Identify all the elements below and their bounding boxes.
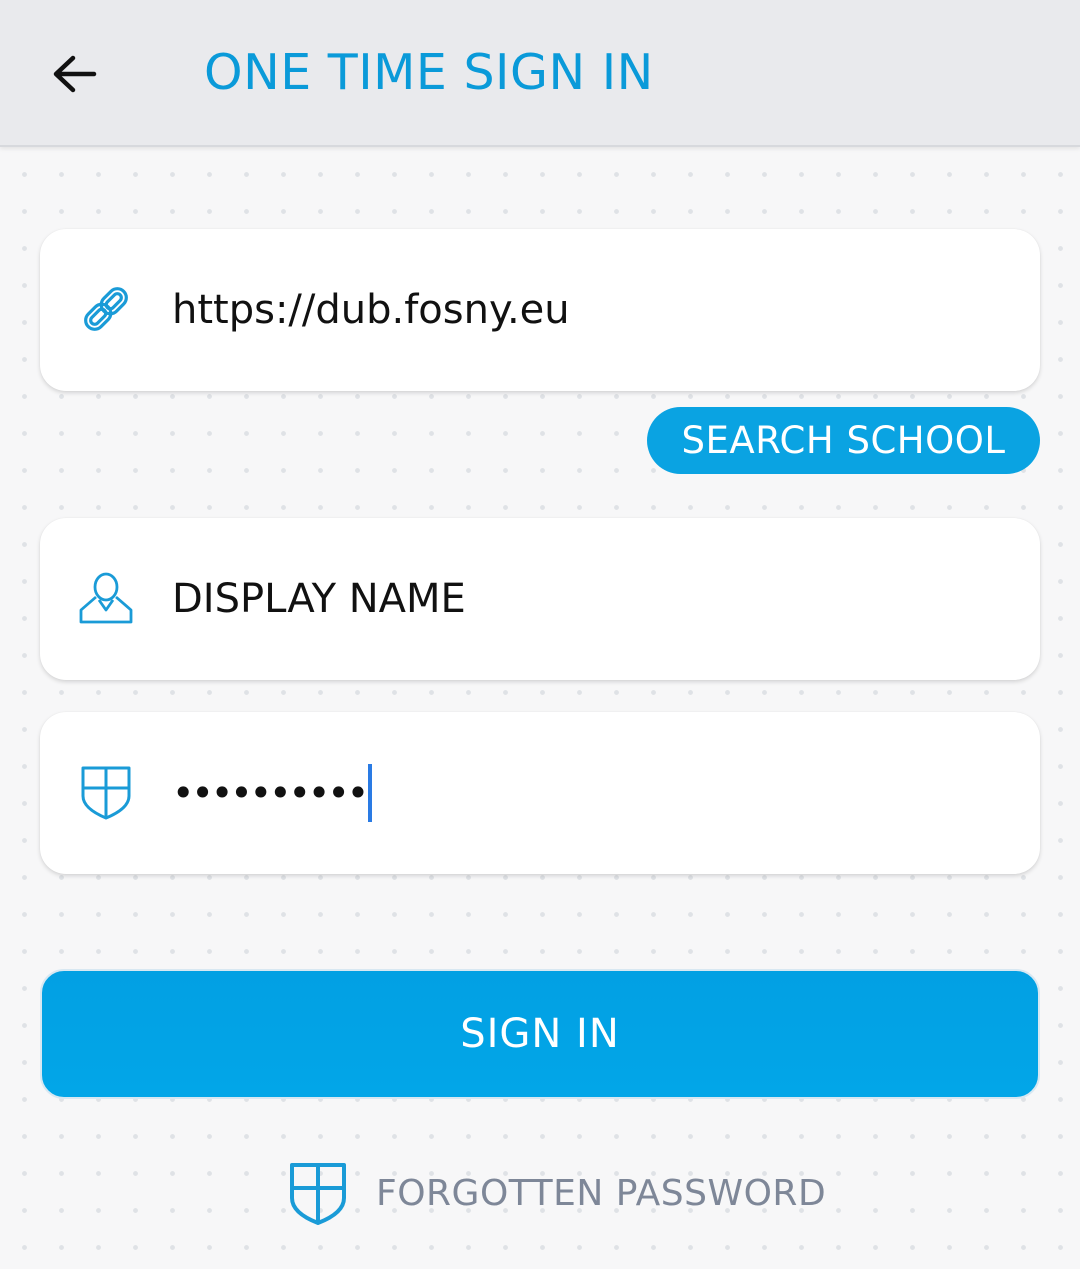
- arrow-left-icon: [53, 55, 97, 93]
- link-icon: [76, 279, 136, 339]
- sign-in-button[interactable]: SIGN IN: [40, 969, 1040, 1099]
- display-name-input[interactable]: DISPLAY NAME: [172, 566, 992, 632]
- forgotten-password-label: FORGOTTEN PASSWORD: [376, 1172, 827, 1214]
- back-button[interactable]: [44, 44, 104, 104]
- password-dots: ••••••••••: [172, 771, 369, 815]
- app-bar: ONE TIME SIGN IN: [0, 0, 1080, 147]
- school-url-field[interactable]: https://dub.fosny.eu: [40, 229, 1040, 391]
- password-field[interactable]: ••••••••••: [40, 712, 1040, 874]
- display-name-field[interactable]: DISPLAY NAME: [40, 518, 1040, 680]
- forgotten-password-link[interactable]: FORGOTTEN PASSWORD: [288, 1158, 826, 1228]
- shield-icon: [290, 1163, 346, 1225]
- user-icon: [76, 568, 136, 628]
- shield-icon: [76, 762, 136, 822]
- school-url-input[interactable]: https://dub.fosny.eu: [172, 277, 992, 343]
- page-title: ONE TIME SIGN IN: [204, 44, 654, 101]
- password-input[interactable]: ••••••••••: [172, 760, 992, 826]
- text-cursor: [368, 764, 373, 822]
- search-school-button[interactable]: SEARCH SCHOOL: [647, 407, 1040, 474]
